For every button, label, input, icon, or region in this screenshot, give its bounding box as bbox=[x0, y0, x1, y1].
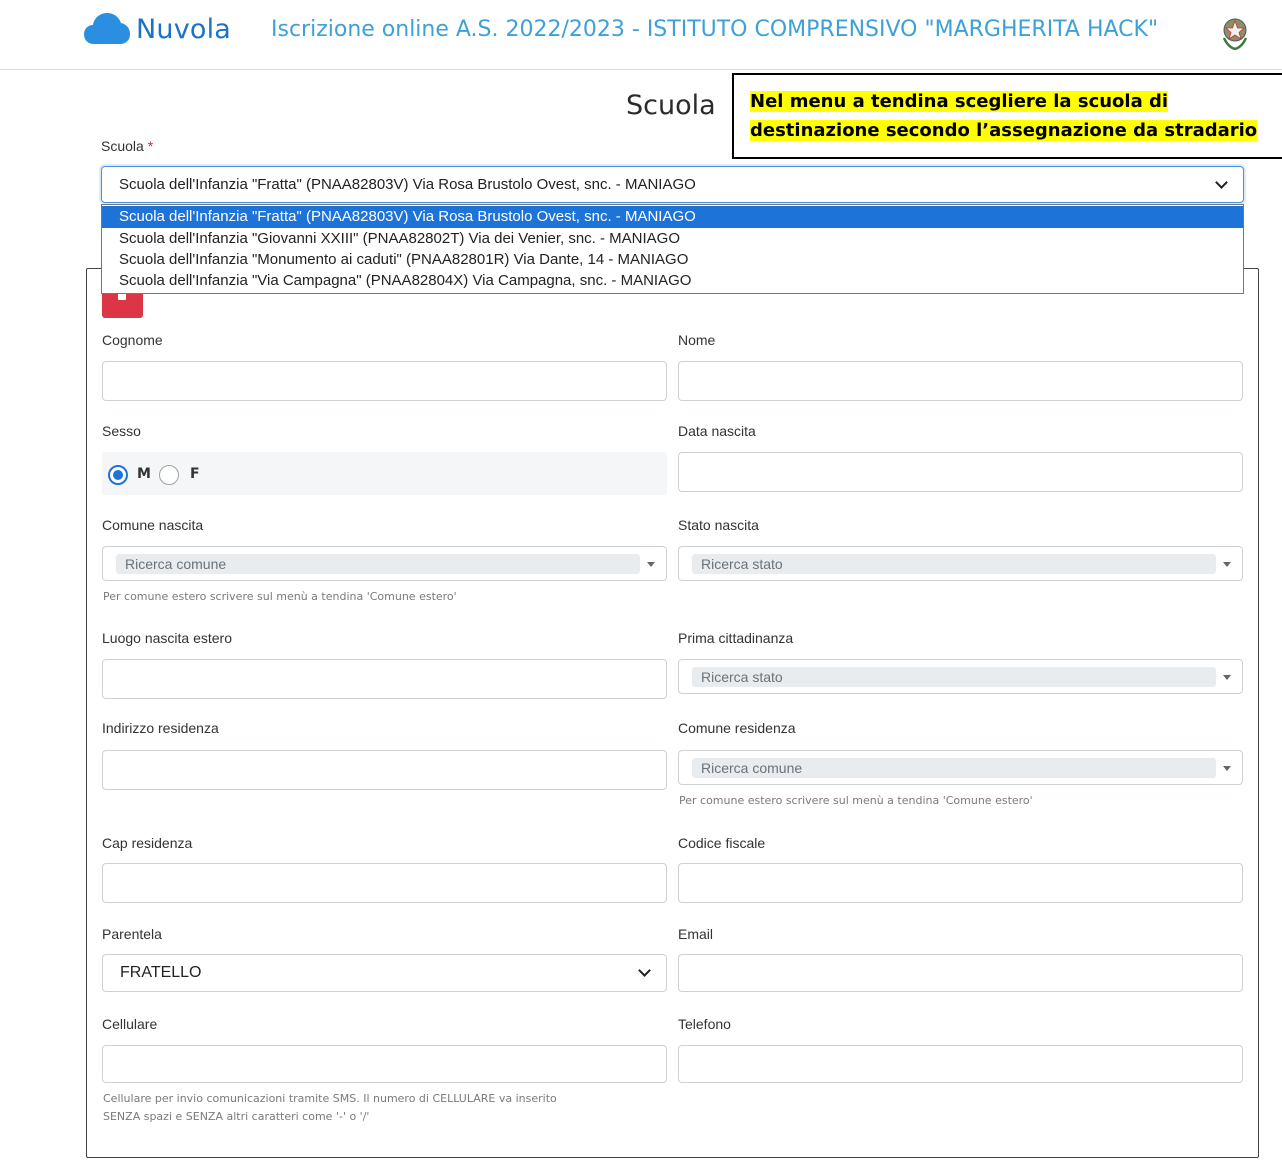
data-nascita-input[interactable] bbox=[678, 452, 1243, 492]
comune-nascita-hint: Per comune estero scrivere sul menù a te… bbox=[103, 590, 457, 603]
codice-fiscale-label: Codice fiscale bbox=[678, 835, 766, 851]
parentela-select[interactable]: FRATELLO bbox=[102, 954, 667, 992]
luogo-nascita-estero-input[interactable] bbox=[102, 659, 667, 699]
cap-residenza-label: Cap residenza bbox=[102, 835, 193, 851]
required-mark: * bbox=[147, 138, 154, 154]
email-label: Email bbox=[678, 926, 714, 942]
sesso-radio-group: M F bbox=[102, 452, 667, 495]
stato-nascita-placeholder: Ricerca stato bbox=[692, 554, 1216, 574]
prima-cittadinanza-select[interactable]: Ricerca stato bbox=[678, 659, 1243, 694]
comune-nascita-label: Comune nascita bbox=[102, 517, 204, 533]
student-form-panel bbox=[86, 268, 1259, 1158]
cellulare-hint: Cellulare per invio comunicazioni tramit… bbox=[103, 1090, 557, 1126]
caret-down-icon bbox=[1223, 675, 1231, 680]
comune-residenza-label: Comune residenza bbox=[678, 720, 796, 736]
data-nascita-label: Data nascita bbox=[678, 423, 756, 439]
sesso-radio-f[interactable] bbox=[159, 465, 179, 485]
chevron-down-icon bbox=[1215, 176, 1228, 189]
cloud-icon bbox=[84, 13, 130, 44]
brand-logo[interactable]: Nuvola bbox=[84, 12, 231, 46]
indirizzo-residenza-label: Indirizzo residenza bbox=[102, 720, 219, 736]
header-title: Iscrizione online A.S. 2022/2023 - ISTIT… bbox=[271, 17, 1159, 42]
luogo-nascita-estero-label: Luogo nascita estero bbox=[102, 630, 232, 646]
parentela-label: Parentela bbox=[102, 926, 162, 942]
stato-nascita-select[interactable]: Ricerca stato bbox=[678, 546, 1243, 581]
chevron-down-icon bbox=[638, 964, 651, 977]
comune-residenza-placeholder: Ricerca comune bbox=[692, 758, 1216, 778]
caret-down-icon bbox=[647, 562, 655, 567]
brand-name: Nuvola bbox=[136, 13, 232, 45]
codice-fiscale-input[interactable] bbox=[678, 863, 1243, 903]
prima-cittadinanza-label: Prima cittadinanza bbox=[678, 630, 794, 646]
scuola-dropdown-list: Scuola dell'Infanzia "Fratta" (PNAA82803… bbox=[101, 204, 1244, 294]
comune-nascita-placeholder: Ricerca comune bbox=[116, 554, 640, 574]
comune-nascita-select[interactable]: Ricerca comune bbox=[102, 546, 667, 581]
sesso-radio-m[interactable] bbox=[108, 465, 128, 485]
scuola-option-via-campagna[interactable]: Scuola dell'Infanzia "Via Campagna" (PNA… bbox=[102, 270, 1243, 292]
cap-residenza-input[interactable] bbox=[102, 863, 667, 903]
cellulare-hint-line2: SENZA spazi e SENZA altri caratteri come… bbox=[103, 1110, 370, 1123]
cognome-label: Cognome bbox=[102, 332, 163, 348]
scuola-label-text: Scuola bbox=[101, 138, 144, 154]
parentela-selected-value: FRATELLO bbox=[120, 964, 202, 981]
instruction-callout: Nel menu a tendina scegliere la scuola d… bbox=[732, 73, 1282, 159]
cellulare-label: Cellulare bbox=[102, 1016, 158, 1032]
stato-nascita-label: Stato nascita bbox=[678, 517, 759, 533]
scuola-label: Scuola * bbox=[101, 138, 153, 154]
email-input[interactable] bbox=[678, 954, 1243, 992]
comune-residenza-select[interactable]: Ricerca comune bbox=[678, 750, 1243, 785]
comune-residenza-hint: Per comune estero scrivere sul menù a te… bbox=[679, 794, 1033, 807]
sesso-f-label: F bbox=[190, 466, 200, 482]
telefono-input[interactable] bbox=[678, 1045, 1243, 1083]
sesso-label: Sesso bbox=[102, 423, 141, 439]
sesso-m-label: M bbox=[137, 466, 151, 482]
scuola-option-monumento-ai-caduti[interactable]: Scuola dell'Infanzia "Monumento ai cadut… bbox=[102, 249, 1243, 271]
prima-cittadinanza-placeholder: Ricerca stato bbox=[692, 667, 1216, 687]
cellulare-input[interactable] bbox=[102, 1045, 667, 1083]
nome-input[interactable] bbox=[678, 361, 1243, 401]
emblem-icon bbox=[1222, 18, 1248, 50]
scuola-select[interactable]: Scuola dell'Infanzia "Fratta" (PNAA82803… bbox=[101, 166, 1244, 203]
app-header: Nuvola Iscrizione online A.S. 2022/2023 … bbox=[0, 0, 1282, 70]
caret-down-icon bbox=[1223, 562, 1231, 567]
scuola-option-giovanni-xxiii[interactable]: Scuola dell'Infanzia "Giovanni XXIII" (P… bbox=[102, 228, 1243, 250]
telefono-label: Telefono bbox=[678, 1016, 731, 1032]
cellulare-hint-line1: Cellulare per invio comunicazioni tramit… bbox=[103, 1092, 557, 1105]
indirizzo-residenza-input[interactable] bbox=[102, 750, 667, 790]
cognome-input[interactable] bbox=[102, 361, 667, 401]
instruction-text: Nel menu a tendina scegliere la scuola d… bbox=[750, 91, 1258, 141]
scuola-option-fratta[interactable]: Scuola dell'Infanzia "Fratta" (PNAA82803… bbox=[102, 206, 1243, 228]
page-title: Scuola bbox=[626, 90, 716, 121]
scuola-selected-value: Scuola dell'Infanzia "Fratta" (PNAA82803… bbox=[119, 176, 696, 193]
caret-down-icon bbox=[1223, 766, 1231, 771]
nome-label: Nome bbox=[678, 332, 716, 348]
